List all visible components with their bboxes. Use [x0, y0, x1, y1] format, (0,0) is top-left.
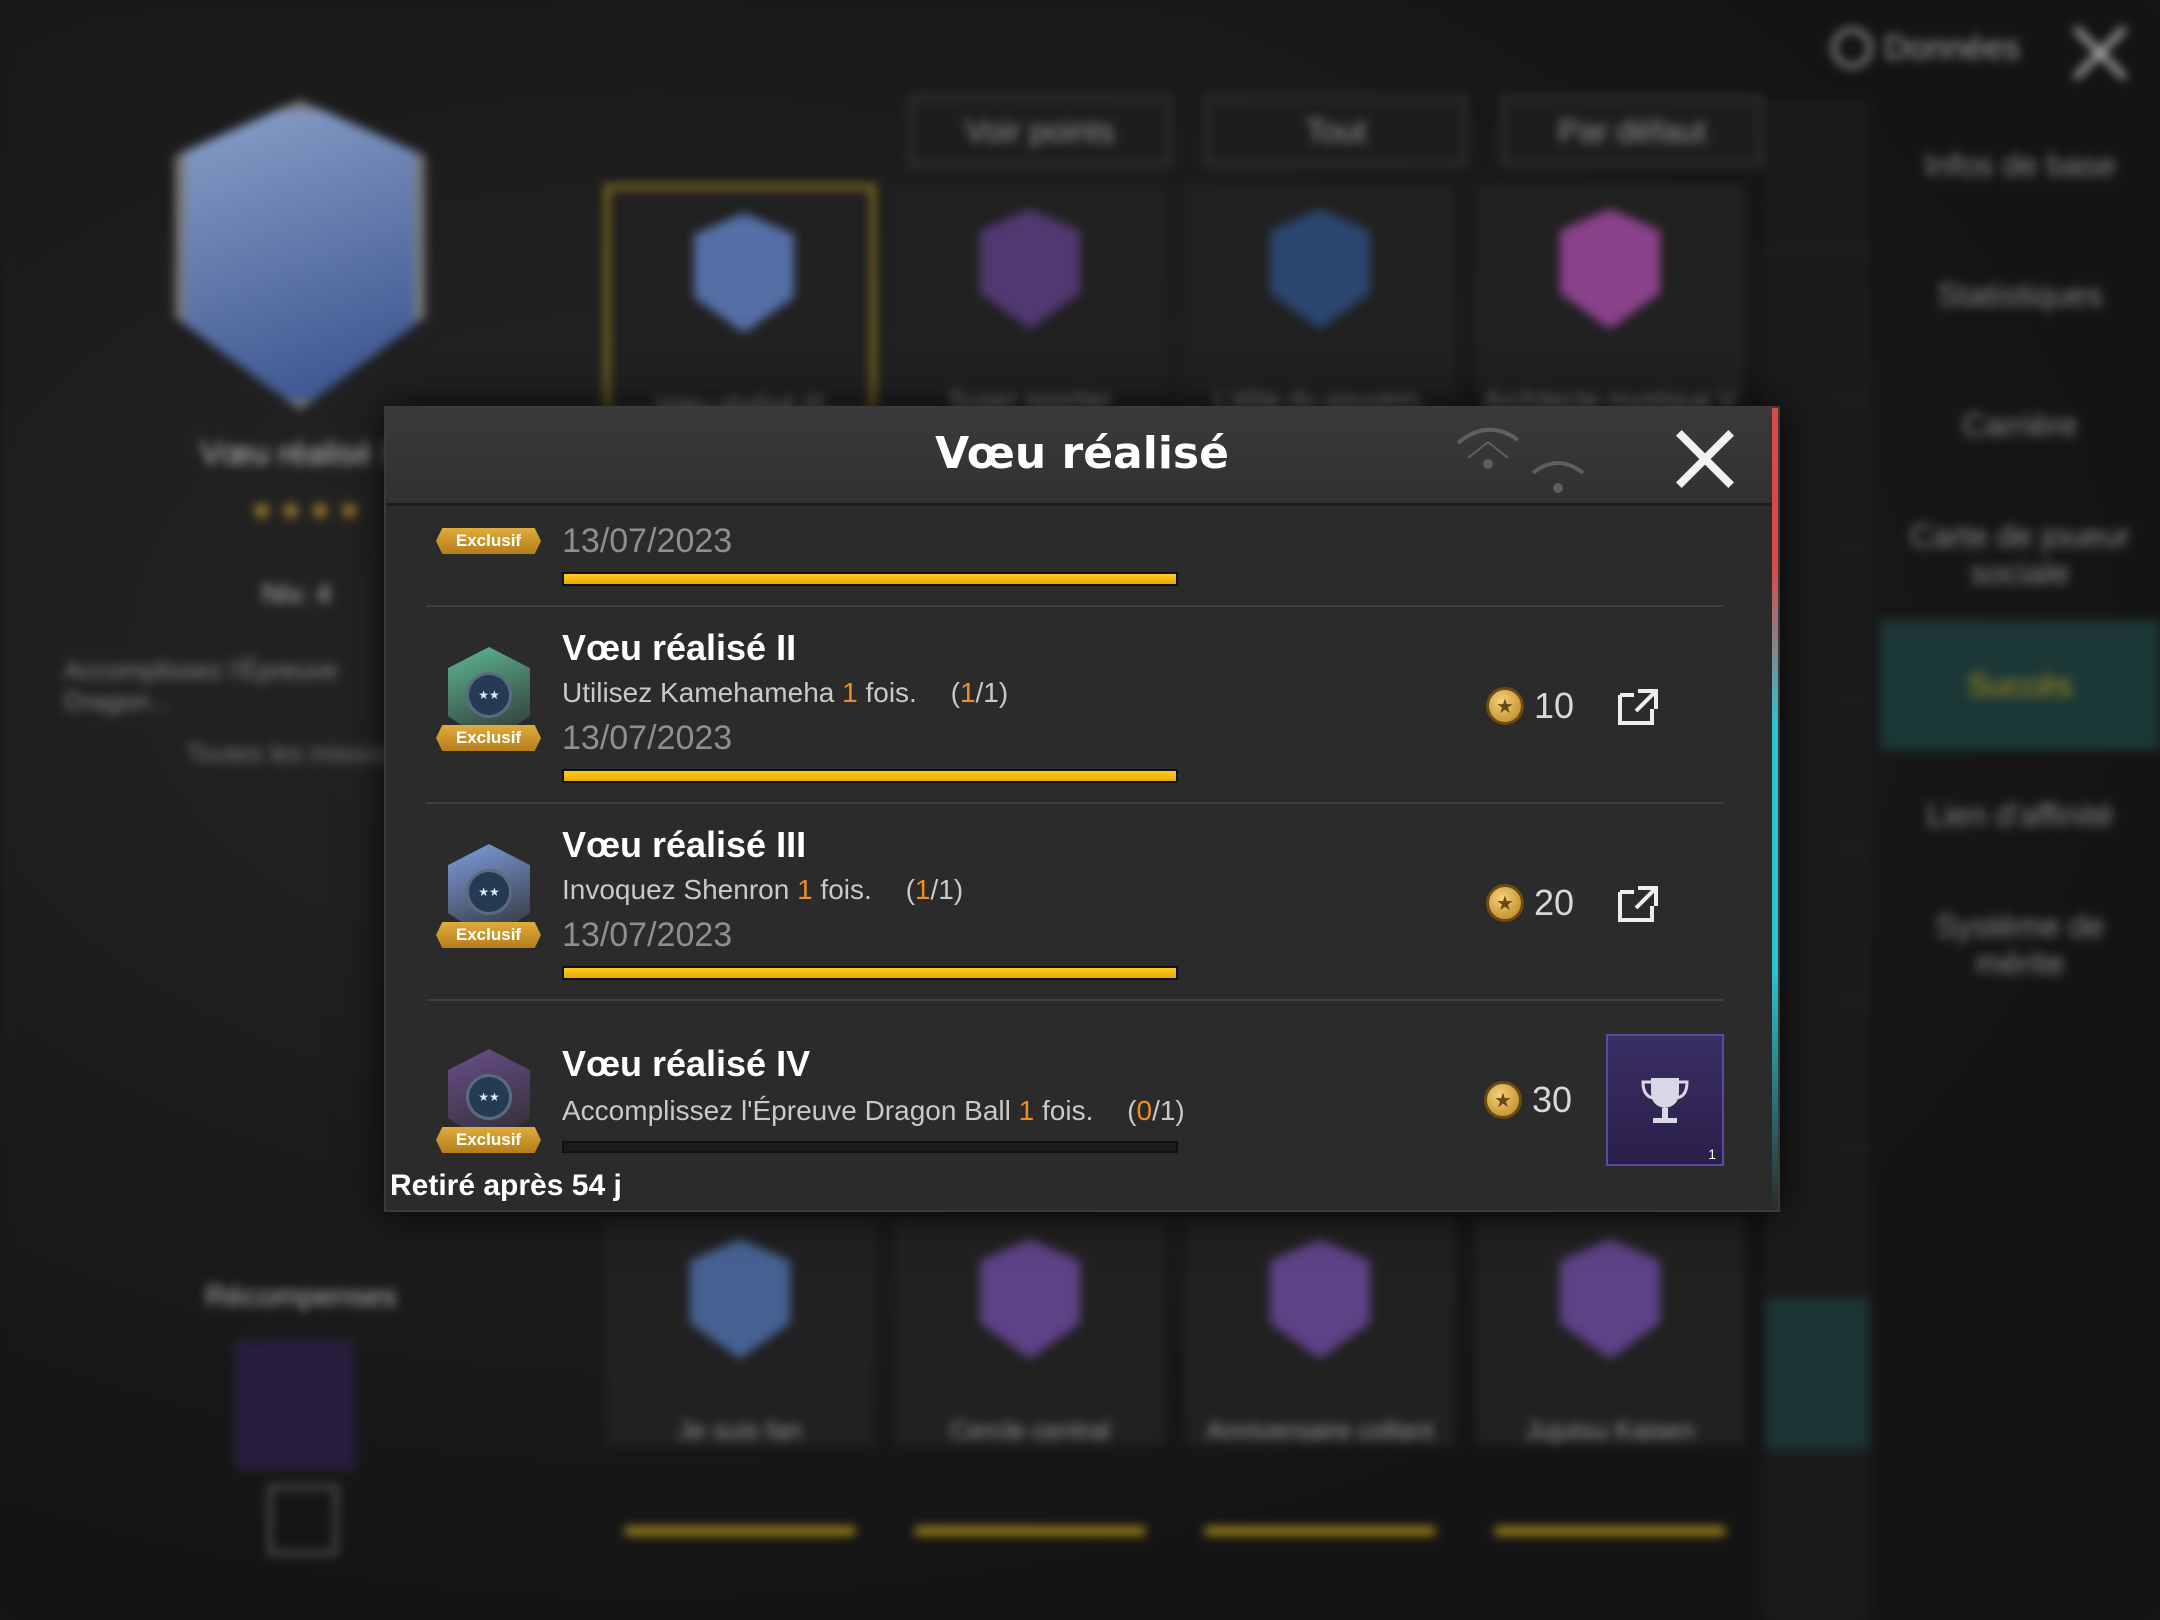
achievement-title: Vœu réalisé II: [562, 627, 797, 668]
grid-icon[interactable]: [1765, 1300, 1870, 1450]
friends-icon[interactable]: [1765, 1150, 1870, 1300]
achievement-modal: Vœu réalisé Exclusif 13/07/2023 ★★ Exclu…: [384, 406, 1780, 1212]
points-value: 20: [1533, 882, 1574, 923]
achievement-description: Invoquez Shenron 1 fois. (1/1): [562, 874, 964, 905]
trophy-icon: [1641, 1078, 1689, 1123]
points-reward: ★ 30: [1483, 1079, 1572, 1121]
featured-level: Niv. 4: [262, 578, 332, 609]
modal-header: Vœu réalisé: [386, 408, 1778, 506]
featured-reward-box[interactable]: [235, 1340, 355, 1470]
dragon-ball-icon: ★★: [466, 869, 512, 915]
points-reward: ★ 10: [1485, 685, 1574, 727]
progress-bar: [562, 769, 1178, 783]
points-reward: ★ 20: [1485, 882, 1574, 924]
list-icon[interactable]: [1765, 250, 1870, 400]
featured-title: Vœu réalisé III: [200, 435, 409, 471]
achievement-badge: ★★ Exclusif: [436, 844, 541, 964]
achievement-card[interactable]: Vœu réalisé III: [605, 185, 875, 419]
achievement-description: Utilisez Kamehameha 1 fois. (1/1): [562, 677, 1009, 708]
list-item: ★★ Exclusif Vœu réalisé II Utilisez Kame…: [426, 607, 1724, 804]
completion-date: 13/07/2023: [562, 522, 733, 560]
side-item-merit[interactable]: Système de mérite: [1880, 880, 2160, 1010]
exclusive-ribbon: Exclusif: [436, 1127, 541, 1153]
filter-all[interactable]: Tout: [1206, 96, 1466, 166]
reward-count: 1: [1708, 1146, 1716, 1162]
vehicle-icon[interactable]: [1765, 1000, 1870, 1150]
side-item-career[interactable]: Carrière: [1880, 360, 2160, 490]
featured-all-missions: Toutes les missions: [186, 738, 412, 768]
featured-share-icon[interactable]: [268, 1485, 338, 1555]
muscle-icon[interactable]: [1765, 850, 1870, 1000]
clock-icon: [1831, 28, 1872, 68]
star-coin-icon: ★: [1485, 884, 1524, 922]
achievement-badge: ★★ Exclusif: [436, 647, 541, 767]
side-menu: Infos de base Statistiques Carrière Cart…: [1880, 100, 2160, 1010]
data-label: Données: [1883, 28, 2020, 67]
list-item: ★★ Exclusif Vœu réalisé III Invoquez She…: [426, 804, 1724, 1001]
exclusive-ribbon: Exclusif: [436, 922, 541, 948]
filter-sort[interactable]: Par défaut: [1502, 96, 1762, 166]
achievement-card[interactable]: Anniversaire collant: [1185, 1215, 1455, 1535]
medal-icon[interactable]: [1765, 700, 1870, 850]
side-item-stats[interactable]: Statistiques: [1880, 230, 2160, 360]
achievement-list[interactable]: Exclusif 13/07/2023 ★★ Exclusif Vœu réal…: [386, 506, 1778, 1176]
achievement-badge: Exclusif: [436, 506, 541, 570]
rewards-label: Récompenses: [205, 1280, 397, 1313]
exclusive-ribbon: Exclusif: [436, 528, 541, 554]
dragon-ball-icon: ★★: [466, 672, 512, 718]
achievement-badge: ★★ Exclusif: [436, 1049, 541, 1169]
achievement-card[interactable]: Je suis fan: [605, 1215, 875, 1535]
data-button[interactable]: Données: [1831, 28, 2020, 68]
dragon-ball-icon: ★★: [466, 1074, 512, 1120]
icon-rail: [1765, 100, 1870, 1620]
achievement-description: Accomplissez l'Épreuve Dragon Ball 1 foi…: [562, 1095, 1185, 1126]
points-value: 30: [1531, 1079, 1572, 1120]
paratrooper-icon: [1456, 427, 1585, 493]
achievement-card[interactable]: Super sportier: [895, 185, 1165, 415]
list-item: Exclusif 13/07/2023: [426, 506, 1724, 607]
crown-icon[interactable]: [1765, 400, 1870, 550]
completion-date: 13/07/2023: [562, 719, 733, 757]
trophy-reward[interactable]: 1: [1606, 1034, 1724, 1166]
background-close-icon[interactable]: [2064, 18, 2134, 88]
achievement-card[interactable]: L'élite du gouvern.: [1185, 185, 1455, 415]
exclusive-ribbon: Exclusif: [436, 725, 541, 751]
featured-description: Accomplissez l'Épreuve Dragon...: [64, 655, 338, 716]
achievement-card[interactable]: Jujutsu Kaisen: [1475, 1215, 1745, 1535]
featured-badge: [175, 100, 425, 410]
achievement-card[interactable]: Cercle central: [895, 1215, 1165, 1535]
share-icon[interactable]: [1616, 884, 1660, 924]
side-item-player-card[interactable]: Carte de joueur sociale: [1880, 490, 2160, 620]
side-item-achievements[interactable]: Succès: [1880, 620, 2160, 750]
achievement-grid-top: Vœu réalisé III Super sportier L'élite d…: [605, 185, 1745, 419]
progress-bar: [562, 966, 1178, 980]
side-item-affinity[interactable]: Lien d'affinité: [1880, 750, 2160, 880]
filter-bar: Voir points Tout Par défaut: [910, 96, 1762, 166]
achievement-title: Vœu réalisé III: [562, 824, 807, 865]
close-icon[interactable]: [1672, 426, 1738, 492]
home-icon[interactable]: [1765, 100, 1870, 250]
gun-icon[interactable]: [1765, 550, 1870, 700]
filter-points[interactable]: Voir points: [910, 96, 1170, 166]
achievement-card[interactable]: Architecte mystique V: [1475, 185, 1745, 415]
star-coin-icon: ★: [1483, 1081, 1522, 1119]
progress-bar: [562, 1141, 1178, 1153]
completion-date: 13/07/2023: [562, 916, 733, 954]
achievement-title: Vœu réalisé IV: [562, 1043, 811, 1084]
list-item: ★★ Exclusif Vœu réalisé IV Accomplissez …: [426, 1001, 1724, 1176]
expiry-label: Retiré après 54 j: [390, 1169, 622, 1202]
share-icon[interactable]: [1616, 687, 1660, 727]
featured-stars: ★★★★: [250, 495, 368, 525]
star-coin-icon: ★: [1485, 687, 1524, 725]
achievement-grid-bottom: Je suis fan Cercle central Anniversaire …: [605, 1215, 1745, 1535]
side-item-basic-info[interactable]: Infos de base: [1880, 100, 2160, 230]
progress-bar: [562, 572, 1178, 586]
points-value: 10: [1533, 685, 1574, 726]
